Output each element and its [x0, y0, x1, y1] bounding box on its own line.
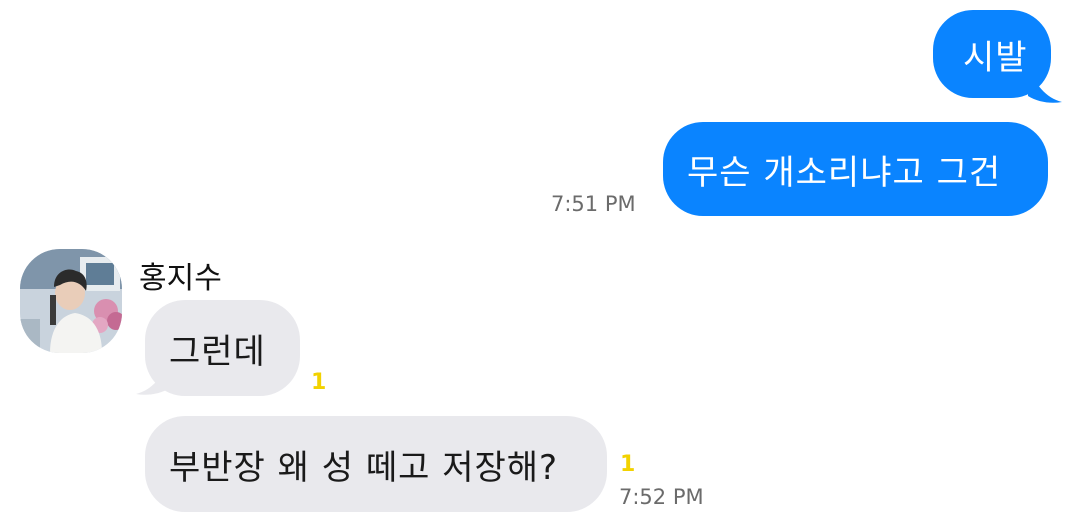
message-text: 그런데	[169, 331, 266, 372]
unread-count-badge: 1	[311, 370, 327, 395]
message-text: 부반장 왜 성 떼고 저장해?	[169, 447, 559, 488]
sent-message-bubble[interactable]: 시발	[933, 10, 1051, 98]
profile-photo-icon	[20, 249, 122, 353]
chat-view: 시발 무슨 개소리냐고 그건 7:51 PM 홍지수 그런데 1 부반장 왜 성…	[0, 0, 1080, 516]
received-message-bubble[interactable]: 그런데	[145, 300, 300, 396]
message-timestamp: 7:52 PM	[619, 485, 704, 509]
unread-count-badge: 1	[620, 452, 636, 477]
message-timestamp: 7:51 PM	[551, 192, 636, 216]
sent-message-bubble[interactable]: 무슨 개소리냐고 그건	[663, 122, 1048, 216]
received-message-bubble[interactable]: 부반장 왜 성 떼고 저장해?	[145, 416, 607, 512]
message-text: 무슨 개소리냐고 그건	[687, 152, 1002, 193]
avatar[interactable]	[20, 249, 122, 353]
message-text: 시발	[963, 37, 1028, 78]
sender-name: 홍지수	[139, 261, 222, 296]
